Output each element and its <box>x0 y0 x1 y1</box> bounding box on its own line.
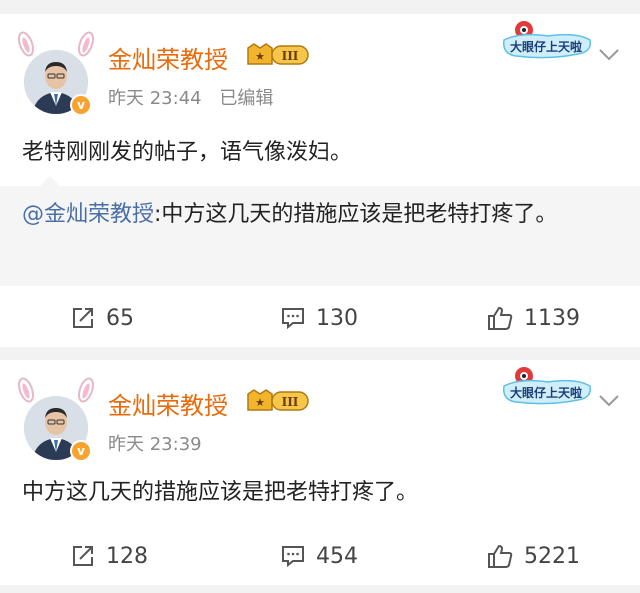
post-meta: 昨天 23:44 已编辑 <box>108 84 285 110</box>
comment-button[interactable]: 130 <box>280 298 358 338</box>
like-count: 5221 <box>524 543 580 569</box>
post-text: 中方这几天的措施应该是把老特打疼了。 <box>22 480 419 505</box>
share-icon <box>73 308 93 328</box>
action-bar: 65 130 1139 <box>0 298 640 338</box>
svg-text:★: ★ <box>255 396 265 409</box>
post-time: 昨天 23:44 <box>108 88 202 109</box>
sticker-icon: 大眼仔上天啦 <box>503 21 591 59</box>
reposted-content[interactable]: @金灿荣教授:中方这几天的措施应该是把老特打疼了。 <box>0 176 640 286</box>
author-avatar[interactable]: v <box>14 31 98 120</box>
level-badge-text: III <box>282 49 299 63</box>
post-time: 昨天 23:39 <box>108 434 202 455</box>
post-meta: 昨天 23:39 <box>108 430 214 456</box>
sticker-icon: 大眼仔上天啦 <box>503 367 591 405</box>
svg-text:★: ★ <box>255 50 265 63</box>
action-bar: 128 454 5221 <box>0 536 640 576</box>
chevron-down-icon[interactable] <box>598 394 620 408</box>
share-button[interactable]: 65 <box>70 298 134 338</box>
sticker-text: 大眼仔上天啦 <box>510 385 582 400</box>
post-text: 老特刚刚发的帖子，语气像泼妇。 <box>22 140 353 165</box>
verified-badge: v <box>70 94 92 116</box>
caret-up-icon <box>40 176 60 186</box>
author-name[interactable]: 金灿荣教授 <box>108 386 228 421</box>
like-count: 1139 <box>524 305 580 331</box>
chevron-down-icon[interactable] <box>598 48 620 62</box>
comment-count: 130 <box>316 305 358 331</box>
level-badge-icon: ★ III <box>247 43 309 65</box>
comment-icon <box>282 546 304 568</box>
repost-mention-link[interactable]: @金灿荣教授 <box>22 202 154 227</box>
author-name[interactable]: 金灿荣教授 <box>108 40 228 75</box>
sticker-text: 大眼仔上天啦 <box>510 39 582 54</box>
comment-button[interactable]: 454 <box>280 536 358 576</box>
thumbs-up-icon <box>488 306 513 330</box>
share-icon <box>73 546 93 566</box>
comment-count: 454 <box>316 543 358 569</box>
share-count: 65 <box>106 305 134 331</box>
repost-text: @金灿荣教授:中方这几天的措施应该是把老特打疼了。 <box>22 198 602 232</box>
weibo-post-2: v 金灿荣教授 ★ III 昨天 23:39 大眼仔上天啦 中方这几天的措施应该… <box>0 360 640 585</box>
share-count: 128 <box>106 543 148 569</box>
like-button[interactable]: 1139 <box>486 298 580 338</box>
thumbs-up-icon <box>488 544 513 568</box>
author-avatar[interactable]: v <box>14 377 98 466</box>
repost-body: :中方这几天的措施应该是把老特打疼了。 <box>154 202 558 227</box>
share-button[interactable]: 128 <box>70 536 148 576</box>
level-badge-icon: ★ III <box>247 389 309 411</box>
like-button[interactable]: 5221 <box>486 536 580 576</box>
comment-icon <box>282 308 304 330</box>
level-badge-text: III <box>282 395 299 409</box>
edited-label: 已编辑 <box>219 88 274 109</box>
weibo-post-1: v 金灿荣教授 ★ III 昨天 23:44 已编辑 大眼仔上天啦 老特刚刚发的… <box>0 14 640 347</box>
verified-badge: v <box>70 440 92 462</box>
